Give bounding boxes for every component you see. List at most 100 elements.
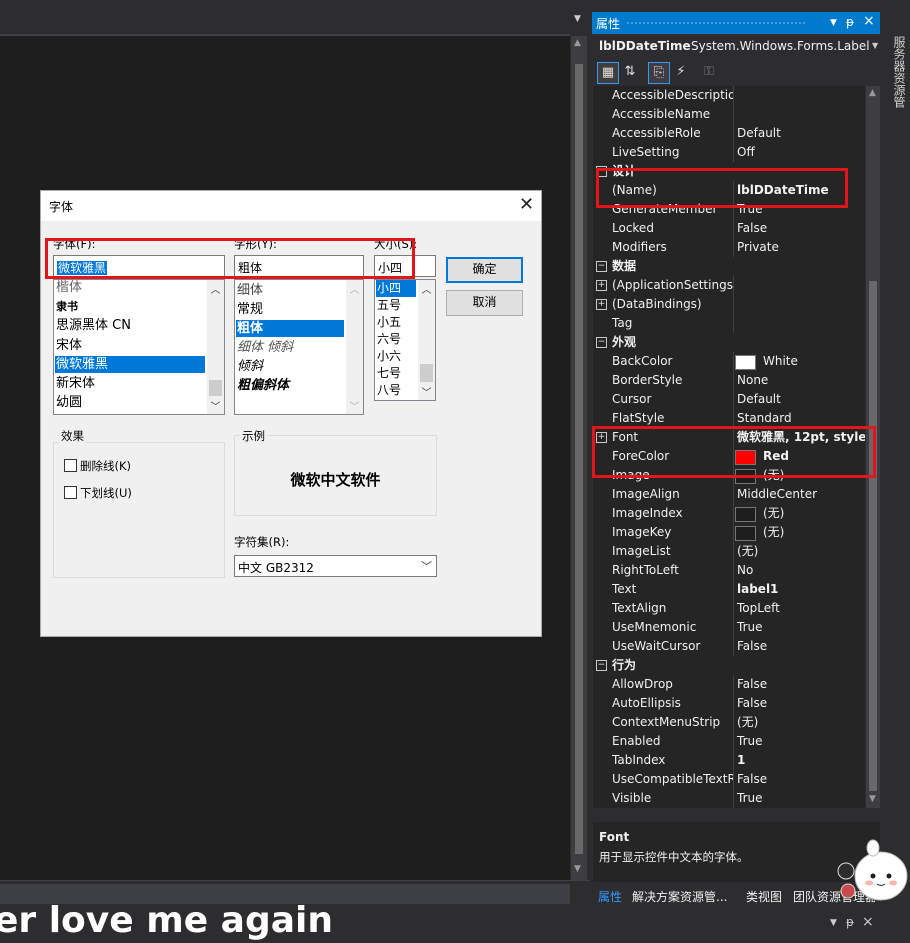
property-value[interactable]: White [763, 352, 798, 371]
list-item[interactable]: 倾斜 [237, 358, 263, 375]
editor-vertical-scrollbar[interactable]: ▲ ▼ [571, 36, 587, 880]
categorized-icon[interactable]: ▦ [597, 62, 619, 84]
font-name-list[interactable]: 楷体隶书思源黑体 CN 宋体 微软雅黑新宋体幼圆 ︿ ﹀ [53, 279, 225, 415]
property-row[interactable]: + (ApplicationSettings) [593, 276, 865, 295]
list-item[interactable]: 隶书 [56, 298, 78, 315]
property-row[interactable]: AccessibleName [593, 105, 865, 124]
cancel-button[interactable]: 取消 [446, 290, 523, 316]
tab-solution-explorer[interactable]: 解决方案资源管... [632, 888, 727, 905]
close-icon[interactable]: ✕ [519, 194, 534, 215]
property-value[interactable]: Private [737, 238, 779, 257]
underline-checkbox[interactable] [64, 486, 77, 499]
property-value[interactable]: label1 [737, 580, 778, 599]
property-value[interactable]: Default [737, 390, 781, 409]
collapse-icon[interactable]: − [596, 660, 607, 671]
list-item[interactable]: 小五 [377, 314, 401, 331]
tab-properties[interactable]: 属性 [598, 888, 622, 905]
list-item[interactable]: 幼圆 [56, 394, 82, 411]
list-item[interactable]: 小六 [377, 348, 401, 365]
scroll-up-icon[interactable]: ▲ [869, 88, 876, 98]
property-row[interactable]: ContextMenuStrip (无) [593, 713, 865, 732]
property-category[interactable]: − 数据 [593, 257, 865, 276]
property-category[interactable]: − 行为 [593, 656, 865, 675]
property-value[interactable]: True [737, 618, 763, 637]
list-item[interactable]: 细体 [237, 282, 263, 299]
list-item[interactable]: 粗偏斜体 [237, 377, 289, 394]
property-value[interactable]: No [737, 561, 753, 580]
dropdown-arrow-icon[interactable]: ▼ [574, 14, 581, 24]
property-row[interactable]: LiveSetting Off [593, 143, 865, 162]
list-item[interactable]: 新宋体 [56, 375, 95, 392]
property-value[interactable]: False [737, 694, 767, 713]
scroll-down-icon[interactable]: ▼ [574, 864, 581, 874]
close-icon[interactable]: × [863, 13, 875, 29]
list-item[interactable]: 宋体 [56, 337, 82, 354]
property-row[interactable]: + (DataBindings) [593, 295, 865, 314]
strikeout-label[interactable]: 删除线(K) [80, 458, 131, 474]
property-value[interactable]: False [737, 770, 767, 789]
scroll-thumb[interactable] [575, 64, 583, 854]
expand-icon[interactable]: + [596, 299, 607, 310]
list-item[interactable]: 楷体 [56, 280, 82, 296]
list-item[interactable]: 八号 [377, 382, 401, 399]
property-value[interactable]: Off [737, 143, 755, 162]
property-value[interactable]: True [737, 732, 763, 751]
property-row[interactable]: Enabled True [593, 732, 865, 751]
list-item[interactable]: 粗体 [236, 320, 344, 337]
property-row[interactable]: ImageAlign MiddleCenter [593, 485, 865, 504]
property-row[interactable]: Cursor Default [593, 390, 865, 409]
property-row[interactable]: ImageIndex (无) [593, 504, 865, 523]
list-item[interactable]: 小四 [376, 280, 416, 297]
property-value[interactable]: TopLeft [737, 599, 780, 618]
list-item[interactable]: 五号 [377, 297, 401, 314]
property-value[interactable]: None [737, 371, 768, 390]
property-value[interactable]: Default [737, 124, 781, 143]
list-item[interactable]: 思源黑体 CN [56, 317, 131, 334]
scroll-down-icon[interactable]: ﹀ [418, 384, 435, 399]
scroll-up-icon[interactable]: ▲ [574, 38, 581, 48]
underline-label[interactable]: 下划线(U) [80, 485, 132, 501]
property-pages-icon[interactable]: ⚿ [699, 62, 719, 82]
collapse-icon[interactable]: − [596, 261, 607, 272]
font-size-list[interactable]: 小四 五号 小五 六号 小六 七号 八号 ︿ ﹀ [374, 279, 436, 401]
drag-grip[interactable] [626, 21, 806, 25]
alphabetical-icon[interactable]: ⇅ [620, 62, 640, 82]
property-value[interactable]: 1 [737, 751, 745, 770]
expand-icon[interactable]: + [596, 280, 607, 291]
pin-icon[interactable]: ᵽ [846, 915, 854, 929]
strikeout-checkbox[interactable] [64, 459, 77, 472]
size-list-scrollbar[interactable]: ︿ ﹀ [418, 280, 435, 400]
collapse-icon[interactable]: − [596, 337, 607, 348]
charset-select[interactable]: 中文 GB2312 ﹀ [234, 555, 437, 577]
property-row[interactable]: BorderStyle None [593, 371, 865, 390]
ok-button[interactable]: 确定 [446, 257, 523, 283]
property-value[interactable]: (无) [737, 713, 758, 732]
scroll-up-icon[interactable]: ︿ [346, 281, 363, 296]
property-row[interactable]: Tag [593, 314, 865, 333]
scroll-up-icon[interactable]: ︿ [207, 281, 224, 296]
server-explorer-tab[interactable]: 服务器资源管理器 [870, 36, 910, 116]
scroll-down-icon[interactable]: ▼ [869, 794, 876, 804]
property-row[interactable]: ImageKey (无) [593, 523, 865, 542]
list-item[interactable]: 微软雅黑 [55, 355, 205, 373]
property-value[interactable]: (无) [763, 504, 784, 523]
scroll-up-icon[interactable]: ︿ [418, 281, 435, 296]
property-row[interactable]: UseWaitCursor False [593, 637, 865, 656]
properties-icon[interactable]: ⎘ [648, 62, 670, 84]
property-value[interactable]: True [737, 789, 763, 808]
property-row[interactable]: BackColor White [593, 352, 865, 371]
scroll-thumb[interactable] [420, 364, 433, 382]
property-row[interactable]: ImageList (无) [593, 542, 865, 561]
font-list-scrollbar[interactable]: ︿ ﹀ [207, 280, 224, 414]
property-value[interactable]: MiddleCenter [737, 485, 817, 504]
tab-class-view[interactable]: 类视图 [746, 888, 782, 905]
property-value[interactable]: False [737, 219, 767, 238]
property-row[interactable]: TextAlign TopLeft [593, 599, 865, 618]
property-row[interactable]: UseCompatibleTextR False [593, 770, 865, 789]
property-value[interactable]: False [737, 675, 767, 694]
property-row[interactable]: Visible True [593, 789, 865, 808]
scroll-thumb[interactable] [869, 281, 877, 791]
object-selector[interactable]: lblDDateTime System.Windows.Forms.Label … [593, 36, 883, 58]
property-row[interactable]: Locked False [593, 219, 865, 238]
list-item[interactable]: 细体 倾斜 [237, 339, 293, 356]
